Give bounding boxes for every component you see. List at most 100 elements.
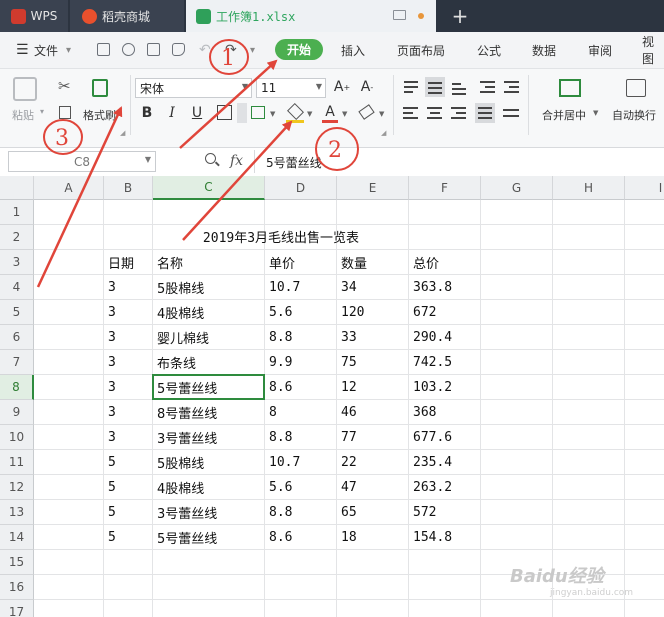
clipboard-launcher-icon[interactable]: ◢ — [120, 129, 125, 137]
cell-d3[interactable]: 单价 — [265, 250, 337, 275]
cell-f6[interactable]: 290.4 — [409, 325, 481, 350]
cell-g10[interactable] — [481, 425, 553, 450]
row-header-10[interactable]: 10 — [0, 425, 34, 450]
row-header-17[interactable]: 17 — [0, 600, 34, 617]
cell-d13[interactable]: 8.8 — [265, 500, 337, 525]
align-top-icon[interactable] — [401, 77, 421, 97]
cell-b10[interactable]: 3 — [104, 425, 153, 450]
row-header-7[interactable]: 7 — [0, 350, 34, 375]
cell-g1[interactable] — [481, 200, 553, 225]
cell-c5[interactable]: 4股棉线 — [153, 300, 265, 325]
tab-wps[interactable]: WPS — [0, 0, 68, 32]
cell-d5[interactable]: 5.6 — [265, 300, 337, 325]
save-icon[interactable] — [97, 43, 110, 56]
decrease-indent-icon[interactable] — [478, 77, 498, 97]
print-icon[interactable] — [147, 43, 160, 56]
cell-f1[interactable] — [409, 200, 481, 225]
row-header-14[interactable]: 14 — [0, 525, 34, 550]
fill-color-icon[interactable] — [287, 103, 304, 120]
cell-e15[interactable] — [337, 550, 409, 575]
file-menu[interactable]: 文件 — [34, 32, 58, 68]
cell-g7[interactable] — [481, 350, 553, 375]
cell-e8[interactable]: 12 — [337, 375, 409, 400]
border-icon[interactable] — [217, 105, 232, 120]
cell-g14[interactable] — [481, 525, 553, 550]
menu-start[interactable]: 开始 — [275, 39, 323, 60]
decrease-font-icon[interactable]: A- — [357, 77, 377, 97]
cell-d7[interactable]: 9.9 — [265, 350, 337, 375]
cell-h7[interactable] — [553, 350, 625, 375]
menu-insert[interactable]: 插入 — [341, 32, 365, 68]
cell-a8[interactable] — [34, 375, 104, 400]
align-bottom-icon[interactable] — [449, 77, 469, 97]
cell-h13[interactable] — [553, 500, 625, 525]
cell-a4[interactable] — [34, 275, 104, 300]
cell-a5[interactable] — [34, 300, 104, 325]
column-header-d[interactable]: D — [265, 176, 337, 200]
chevron-down-icon[interactable]: ▼ — [145, 155, 151, 164]
cell-h3[interactable] — [553, 250, 625, 275]
cell-b11[interactable]: 5 — [104, 450, 153, 475]
cell-f14[interactable]: 154.8 — [409, 525, 481, 550]
cell-g12[interactable] — [481, 475, 553, 500]
name-box[interactable]: C8 ▼ — [8, 151, 156, 172]
cell-a13[interactable] — [34, 500, 104, 525]
cell-e4[interactable]: 34 — [337, 275, 409, 300]
cell-g11[interactable] — [481, 450, 553, 475]
cell-b5[interactable]: 3 — [104, 300, 153, 325]
font-launcher-icon[interactable]: ◢ — [381, 129, 386, 137]
cell-c17[interactable] — [153, 600, 265, 617]
cell-a17[interactable] — [34, 600, 104, 617]
cell-c4[interactable]: 5股棉线 — [153, 275, 265, 300]
quick-access-caret-icon[interactable]: ▾ — [250, 32, 255, 68]
cell-b9[interactable]: 3 — [104, 400, 153, 425]
insert-function-button[interactable]: fx — [230, 153, 243, 169]
row-header-1[interactable]: 1 — [0, 200, 34, 225]
paste-icon[interactable] — [13, 77, 37, 101]
font-size-select[interactable]: 11 ▼ — [256, 78, 326, 98]
wrap-text-button[interactable]: 自动换行 — [612, 107, 656, 123]
cell-c12[interactable]: 4股棉线 — [153, 475, 265, 500]
cell-b1[interactable] — [104, 200, 153, 225]
cell-b7[interactable]: 3 — [104, 350, 153, 375]
cell-b16[interactable] — [104, 575, 153, 600]
cell-h4[interactable] — [553, 275, 625, 300]
chevron-down-icon[interactable]: ▼ — [342, 110, 347, 118]
row-header-9[interactable]: 9 — [0, 400, 34, 425]
paste-caret-icon[interactable]: ▾ — [40, 107, 44, 116]
row-header-3[interactable]: 3 — [0, 250, 34, 275]
cell-g2[interactable] — [481, 225, 553, 250]
column-header-a[interactable]: A — [34, 176, 104, 200]
cell-c15[interactable] — [153, 550, 265, 575]
cell-h11[interactable] — [553, 450, 625, 475]
cell-d12[interactable]: 5.6 — [265, 475, 337, 500]
cell-f3[interactable]: 总价 — [409, 250, 481, 275]
cell-f15[interactable] — [409, 550, 481, 575]
new-tab-button[interactable]: + — [448, 0, 472, 32]
cell-d8[interactable]: 8.6 — [265, 375, 337, 400]
cell-g13[interactable] — [481, 500, 553, 525]
cell-f9[interactable]: 368 — [409, 400, 481, 425]
cell-c13[interactable]: 3号蕾丝线 — [153, 500, 265, 525]
format-painter-icon[interactable] — [92, 79, 108, 97]
chevron-down-icon[interactable]: ▼ — [270, 110, 275, 118]
format-painter-button[interactable]: 格式刷 — [83, 107, 116, 123]
cell-d4[interactable]: 10.7 — [265, 275, 337, 300]
cell-c3[interactable]: 名称 — [153, 250, 265, 275]
cell-b13[interactable]: 5 — [104, 500, 153, 525]
cell-e17[interactable] — [337, 600, 409, 617]
font-color-button[interactable]: A — [320, 102, 340, 122]
cell-g3[interactable] — [481, 250, 553, 275]
cell-f17[interactable] — [409, 600, 481, 617]
cell-a9[interactable] — [34, 400, 104, 425]
cell-b6[interactable]: 3 — [104, 325, 153, 350]
cell-h17[interactable] — [553, 600, 625, 617]
cell-a14[interactable] — [34, 525, 104, 550]
merge-center-button[interactable]: 合并居中 — [542, 107, 586, 123]
cell-c7[interactable]: 布条线 — [153, 350, 265, 375]
cell-e3[interactable]: 数量 — [337, 250, 409, 275]
cell-a11[interactable] — [34, 450, 104, 475]
undo-icon[interactable]: ↶ — [199, 32, 211, 68]
column-header-h[interactable]: H — [553, 176, 625, 200]
row-header-6[interactable]: 6 — [0, 325, 34, 350]
